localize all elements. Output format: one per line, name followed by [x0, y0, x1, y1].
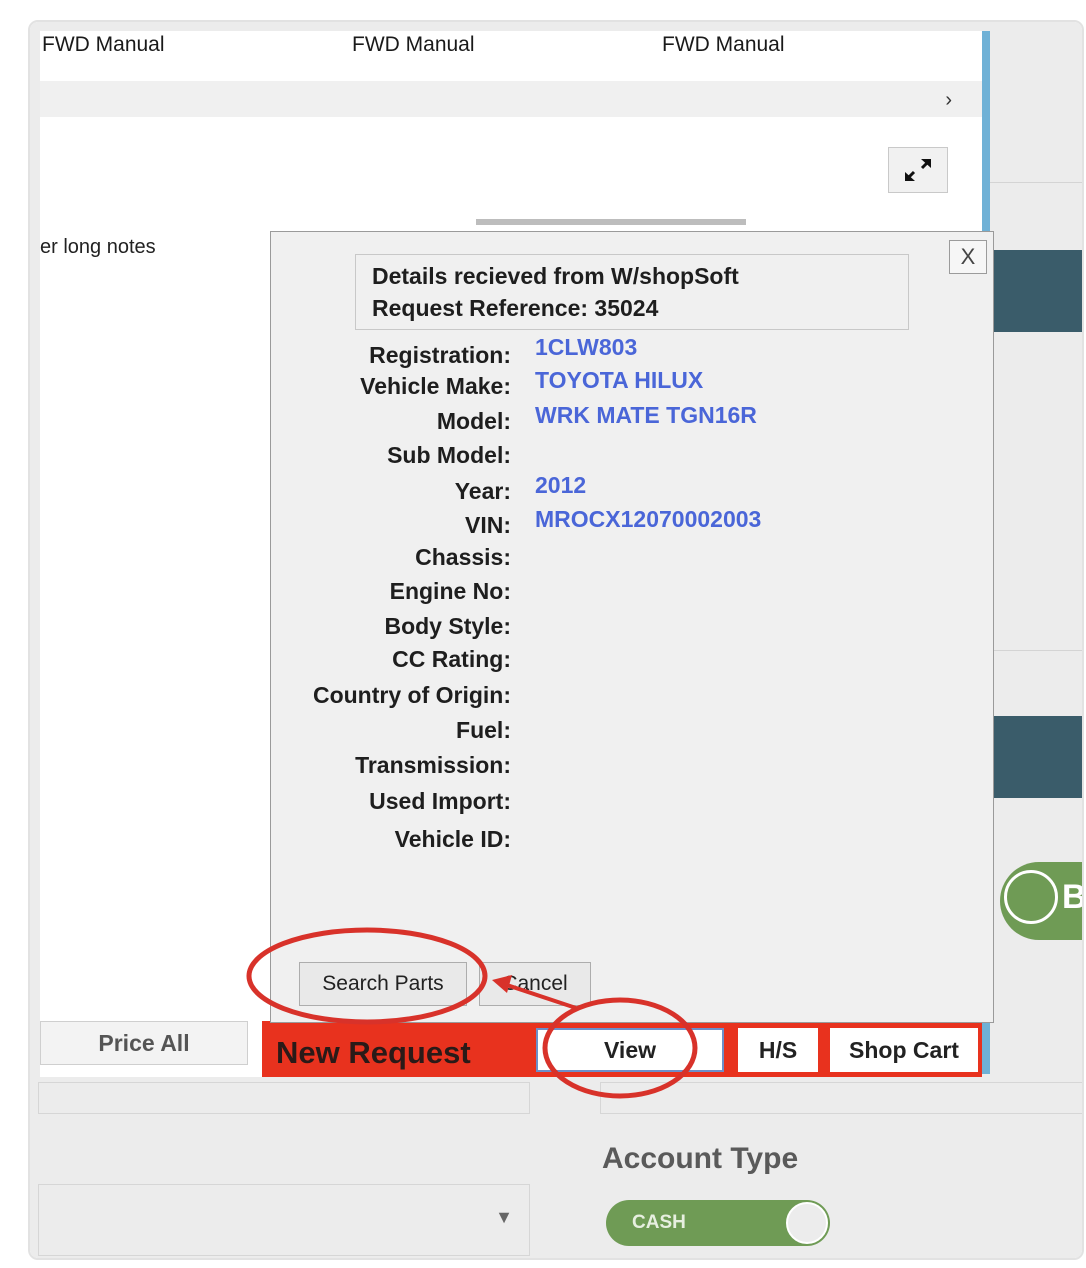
dialog-header: Details recieved from W/shopSoft Request… [355, 254, 909, 330]
field-value-registration: 1CLW803 [535, 334, 638, 360]
search-parts-button[interactable]: Search Parts [299, 962, 467, 1006]
field-label-fuel: Fuel: [456, 717, 511, 743]
notes-label: er long notes [40, 236, 156, 258]
dialog-header-source: Details recieved from W/shopSoft [372, 263, 739, 289]
expand-button[interactable] [888, 147, 948, 193]
horizontal-scrollbar[interactable]: › [40, 81, 982, 117]
dialog-header-reference: Request Reference: 35024 [372, 295, 659, 321]
cancel-button[interactable]: Cancel [479, 962, 591, 1006]
background-select[interactable]: ▼ [38, 1184, 530, 1256]
field-label-registration: Registration: [369, 342, 511, 368]
field-label-country-of-origin: Country of Origin: [312, 682, 511, 708]
field-label-year: Year: [454, 478, 511, 504]
cash-toggle-label: CASH [632, 1212, 686, 1233]
field-label-body-style: Body Style: [384, 613, 511, 639]
field-label-sub-model: Sub Model: [387, 442, 511, 468]
background-header-stripe [988, 250, 1082, 332]
column-header: FWD Manual [352, 33, 475, 56]
new-request-label[interactable]: New Request [276, 1035, 471, 1071]
screenshot-frame: B Account Type CASH ▼ FWD Manual FWD Man… [28, 20, 1084, 1260]
shop-cart-button[interactable]: Shop Cart [830, 1028, 978, 1072]
background-input[interactable] [38, 1082, 530, 1114]
field-label-chassis: Chassis: [415, 544, 511, 570]
field-label-cc-rating: CC Rating: [392, 646, 511, 672]
account-type-label: Account Type [602, 1142, 799, 1175]
dropdown-arrow-icon: ▼ [495, 1207, 513, 1227]
background-input[interactable] [600, 1082, 1082, 1114]
field-value-vin: MROCX12070002003 [535, 506, 762, 532]
close-button[interactable]: X [949, 240, 987, 274]
field-label-engine-no: Engine No: [389, 578, 511, 604]
column-header: FWD Manual [662, 33, 785, 56]
expand-icon [905, 159, 931, 181]
field-label-used-import: Used Import: [369, 788, 511, 814]
price-all-button[interactable]: Price All [40, 1021, 248, 1065]
circle-icon [1004, 870, 1058, 924]
field-value-vehicle-make: TOYOTA HILUX [535, 367, 704, 393]
app-window: FWD Manual FWD Manual FWD Manual › er lo… [40, 31, 994, 1077]
toggle-knob[interactable] [786, 1202, 828, 1244]
column-header: FWD Manual [42, 33, 165, 56]
view-button[interactable]: View [536, 1028, 724, 1072]
background-divider [988, 650, 1082, 651]
background-green-button[interactable]: B [1000, 862, 1082, 940]
cash-toggle[interactable]: CASH [606, 1200, 830, 1246]
field-value-year: 2012 [535, 472, 587, 498]
background-header-stripe [988, 716, 1082, 798]
field-label-vehicle-make: Vehicle Make: [360, 373, 511, 399]
field-label-vehicle-id: Vehicle ID: [394, 826, 511, 852]
hs-button[interactable]: H/S [738, 1028, 818, 1072]
field-value-model: WRK MATE TGN16R [535, 402, 757, 428]
vehicle-details-dialog: X Details recieved from W/shopSoft Reque… [270, 231, 994, 1023]
background-divider [988, 182, 1082, 183]
dialog-top-edge [476, 219, 746, 225]
scroll-right-icon[interactable]: › [945, 89, 952, 112]
field-label-vin: VIN: [465, 512, 511, 538]
field-label-transmission: Transmission: [355, 752, 511, 778]
field-label-model: Model: [436, 408, 511, 434]
background-green-button-letter: B [1062, 878, 1082, 917]
